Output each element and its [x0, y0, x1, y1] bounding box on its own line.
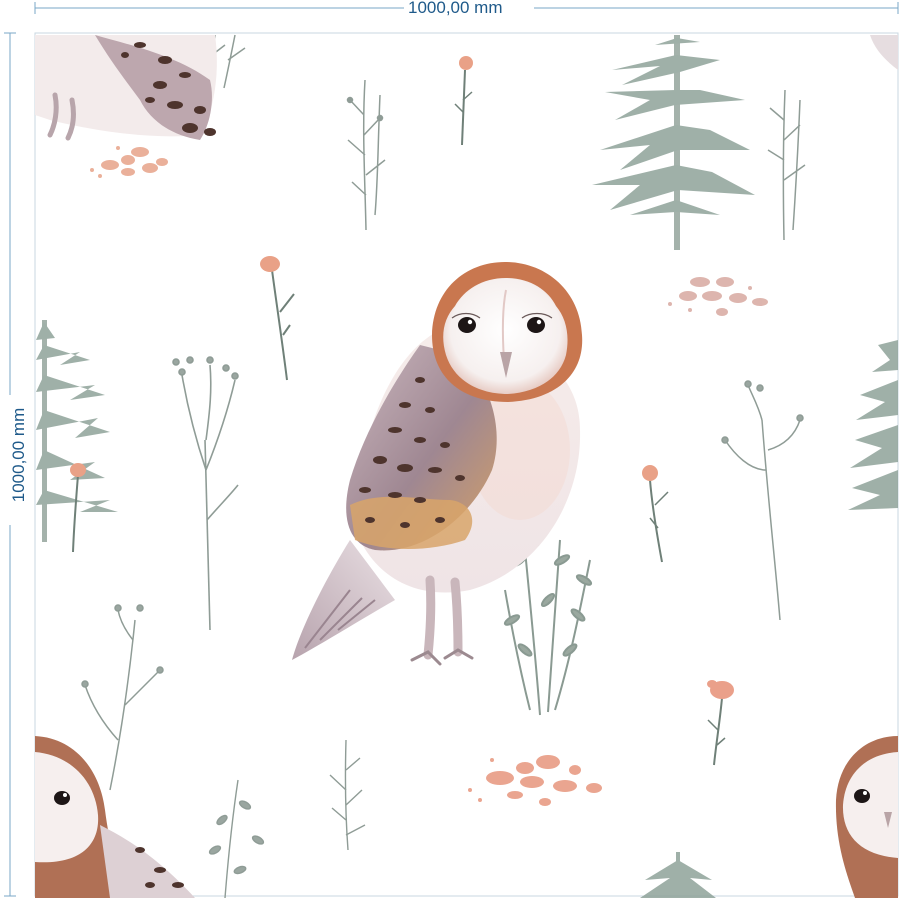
grass-sprig-top [346, 79, 386, 231]
height-dimension-label: 1000,00 mm [9, 396, 29, 514]
flower-bottom [707, 680, 734, 766]
pattern-canvas [4, 2, 899, 898]
width-dimension-label: 1000,00 mm [404, 0, 507, 18]
leafy-stem-bottom [208, 779, 265, 898]
grass-sprig-top-right [767, 89, 806, 241]
wildflower-left [172, 356, 239, 631]
pebbles-bottom [468, 755, 602, 806]
pebbles-right [668, 277, 768, 316]
pine-tree-top [592, 35, 755, 250]
flower-left [260, 256, 295, 381]
flower-top [454, 56, 473, 146]
wildflower-right [721, 380, 804, 621]
pine-tree-bottom [640, 852, 716, 898]
twig-bottom [329, 739, 366, 851]
pine-tree-right [848, 340, 898, 510]
wildflower-bottom-left [81, 604, 164, 791]
barn-owl-center [292, 262, 583, 666]
flower-right [642, 465, 669, 563]
owl-partial-top-right [870, 35, 898, 70]
owl-partial-bottom-right [835, 736, 898, 898]
pine-tree-left [36, 320, 118, 542]
owl-partial-top-left [35, 35, 217, 141]
pebbles-top-left [90, 146, 168, 178]
